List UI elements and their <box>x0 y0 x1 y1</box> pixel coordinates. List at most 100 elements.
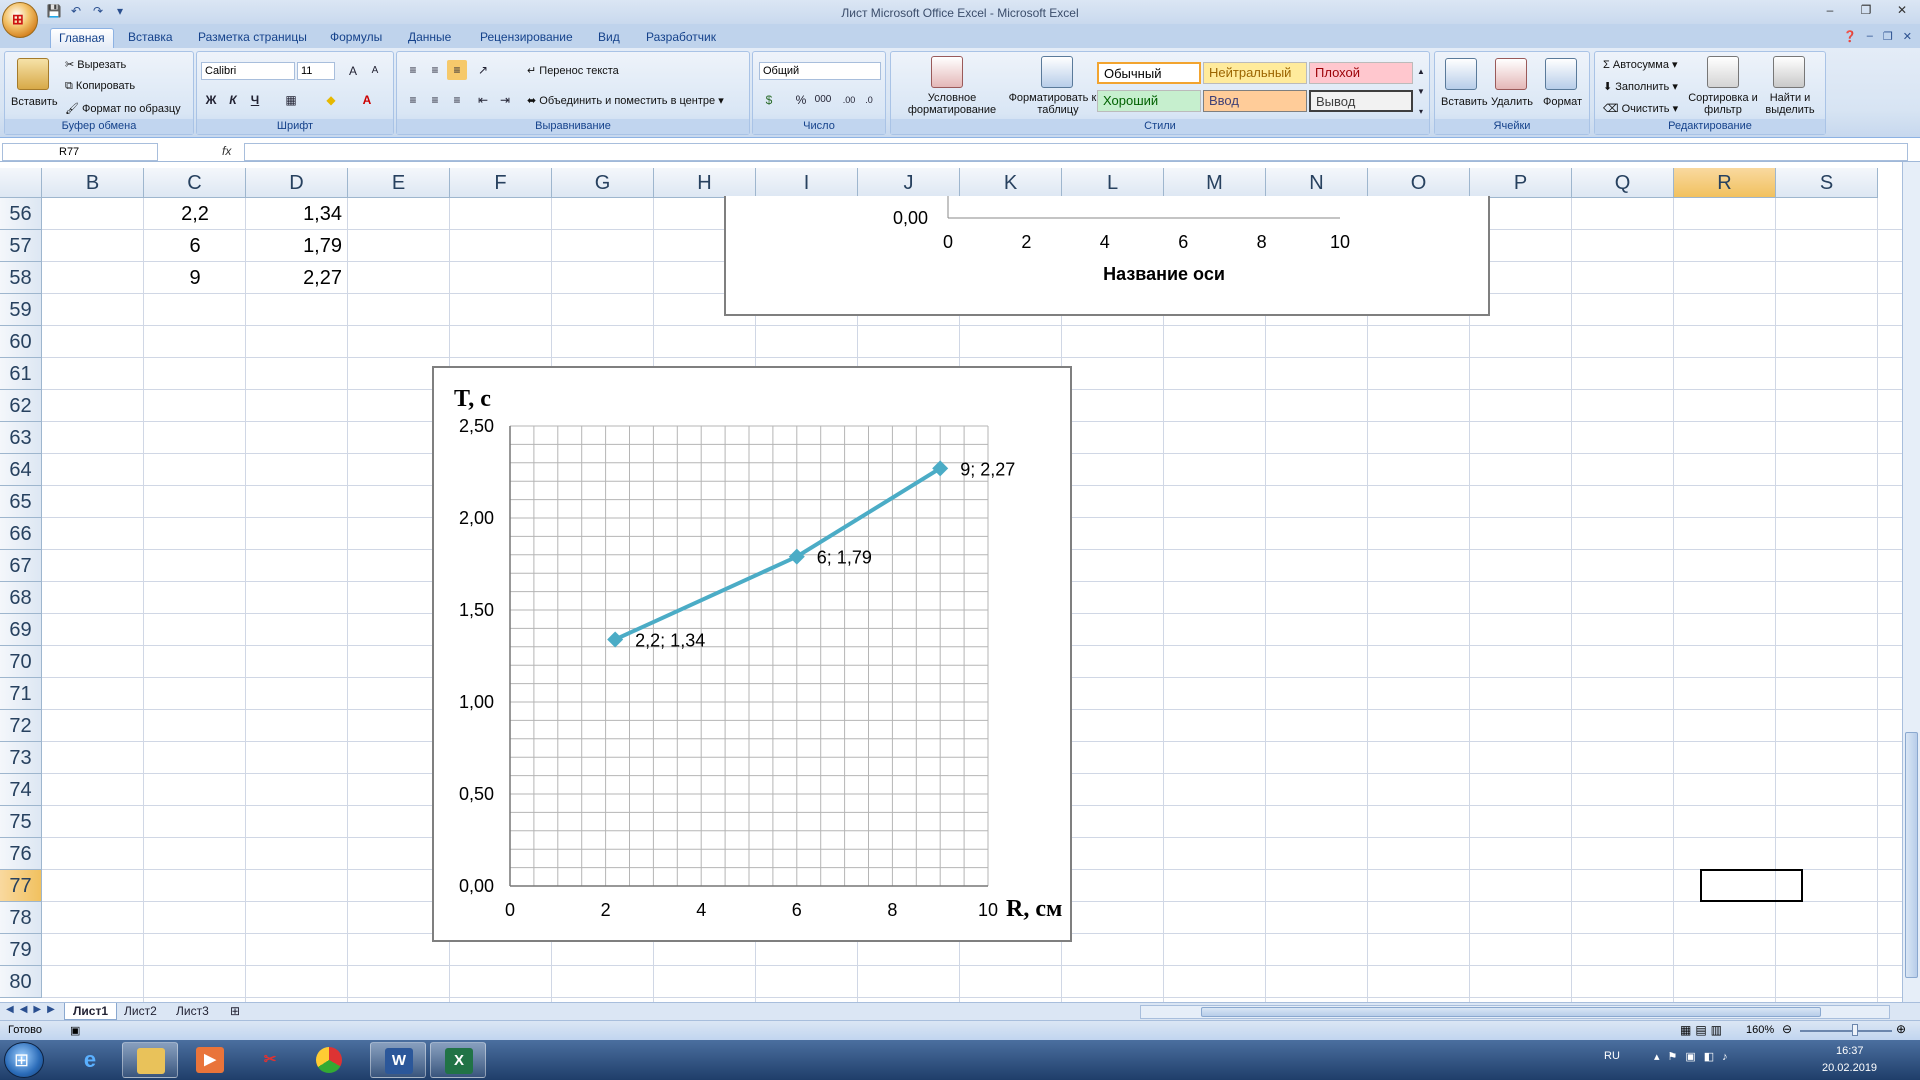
row-header-74[interactable]: 74 <box>0 774 42 806</box>
chart-upper-partial[interactable]: 0,00 0 2 4 6 8 10 Название оси <box>724 196 1490 316</box>
column-header-F[interactable]: F <box>450 168 552 198</box>
cell-D57[interactable]: 1,79 <box>246 230 342 262</box>
paste-icon[interactable] <box>17 58 49 90</box>
row-header-78[interactable]: 78 <box>0 902 42 934</box>
row-header-70[interactable]: 70 <box>0 646 42 678</box>
align-right-icon[interactable]: ≡ <box>447 90 467 110</box>
minimize-icon[interactable]: – <box>1812 0 1848 22</box>
row-header-65[interactable]: 65 <box>0 486 42 518</box>
cut-button[interactable]: ✂ Вырезать <box>65 58 126 71</box>
row-header-79[interactable]: 79 <box>0 934 42 966</box>
column-header-I[interactable]: I <box>756 168 858 198</box>
zoom-slider-handle[interactable] <box>1852 1024 1858 1036</box>
row-header-60[interactable]: 60 <box>0 326 42 358</box>
start-button[interactable]: ⊞ <box>4 1042 44 1078</box>
percent-button[interactable]: % <box>791 90 811 110</box>
conditional-formatting-icon[interactable] <box>931 56 963 88</box>
fx-icon[interactable]: fx <box>222 144 231 158</box>
align-top-icon[interactable]: ≡ <box>403 60 423 80</box>
row-header-76[interactable]: 76 <box>0 838 42 870</box>
vertical-scroll-thumb[interactable] <box>1905 732 1918 978</box>
align-middle-icon[interactable]: ≡ <box>425 60 445 80</box>
styles-scroll-down-icon[interactable]: ▼ <box>1415 82 1427 102</box>
row-header-67[interactable]: 67 <box>0 550 42 582</box>
grow-font-icon[interactable]: A <box>343 61 363 81</box>
increase-decimal-icon[interactable]: .00 <box>839 90 859 110</box>
tab-developer[interactable]: Разработчик <box>638 28 724 48</box>
style-input[interactable]: Ввод <box>1203 90 1307 112</box>
delete-cells-button[interactable]: Удалить <box>1491 96 1533 108</box>
font-name-select[interactable]: Calibri <box>201 62 295 80</box>
column-header-P[interactable]: P <box>1470 168 1572 198</box>
row-header-73[interactable]: 73 <box>0 742 42 774</box>
row-header-59[interactable]: 59 <box>0 294 42 326</box>
tab-page-layout[interactable]: Разметка страницы <box>190 28 315 48</box>
style-good[interactable]: Хороший <box>1097 90 1201 112</box>
column-header-G[interactable]: G <box>552 168 654 198</box>
row-header-66[interactable]: 66 <box>0 518 42 550</box>
binoculars-icon[interactable] <box>1773 56 1805 88</box>
ribbon-close-icon[interactable]: ✕ <box>1903 30 1912 43</box>
column-header-N[interactable]: N <box>1266 168 1368 198</box>
taskbar-ie[interactable]: e <box>62 1042 118 1078</box>
row-header-56[interactable]: 56 <box>0 198 42 230</box>
view-mode-icons[interactable]: ▦▤▥ <box>1680 1023 1726 1037</box>
align-left-icon[interactable]: ≡ <box>403 90 423 110</box>
column-header-L[interactable]: L <box>1062 168 1164 198</box>
cell-C56[interactable]: 2,2 <box>144 198 246 230</box>
style-neutral[interactable]: Нейтральный <box>1203 62 1307 84</box>
copy-button[interactable]: ⧉ Копировать <box>65 80 135 93</box>
column-header-S[interactable]: S <box>1776 168 1878 198</box>
row-header-63[interactable]: 63 <box>0 422 42 454</box>
style-output[interactable]: Вывод <box>1309 90 1413 112</box>
tab-formulas[interactable]: Формулы <box>322 28 390 48</box>
row-header-77[interactable]: 77 <box>0 870 42 902</box>
column-header-R[interactable]: R <box>1674 168 1776 198</box>
column-header-H[interactable]: H <box>654 168 756 198</box>
number-format-select[interactable]: Общий <box>759 62 881 80</box>
row-header-58[interactable]: 58 <box>0 262 42 294</box>
cell-C58[interactable]: 9 <box>144 262 246 294</box>
tab-data[interactable]: Данные <box>400 28 459 48</box>
zoom-level[interactable]: 160% <box>1746 1024 1774 1036</box>
fill-color-icon[interactable]: ◆ <box>321 90 341 110</box>
ribbon-minimize-icon[interactable]: – <box>1867 30 1873 43</box>
borders-icon[interactable]: ▦ <box>281 90 301 110</box>
cell-D58[interactable]: 2,27 <box>246 262 342 294</box>
tray-icons[interactable]: ▴⚑▣◧♪ <box>1654 1050 1736 1063</box>
column-header-O[interactable]: O <box>1368 168 1470 198</box>
row-header-75[interactable]: 75 <box>0 806 42 838</box>
font-size-select[interactable]: 11 <box>297 62 335 80</box>
italic-button[interactable]: К <box>223 90 243 110</box>
column-header-Q[interactable]: Q <box>1572 168 1674 198</box>
language-indicator[interactable]: RU <box>1604 1050 1620 1062</box>
column-header-E[interactable]: E <box>348 168 450 198</box>
insert-sheet-icon[interactable]: ⊞ <box>222 1003 248 1020</box>
bold-button[interactable]: Ж <box>201 90 221 110</box>
taskbar-excel[interactable]: X <box>430 1042 486 1078</box>
clock-date[interactable]: 20.02.2019 <box>1822 1062 1877 1074</box>
format-cells-icon[interactable] <box>1545 58 1577 90</box>
select-all-corner[interactable] <box>0 168 42 198</box>
column-header-B[interactable]: B <box>42 168 144 198</box>
column-header-K[interactable]: K <box>960 168 1062 198</box>
tab-insert[interactable]: Вставка <box>120 28 181 48</box>
clock-time[interactable]: 16:37 <box>1836 1045 1864 1057</box>
tab-view[interactable]: Вид <box>590 28 628 48</box>
style-bad[interactable]: Плохой <box>1309 62 1413 84</box>
format-as-table-icon[interactable] <box>1041 56 1073 88</box>
taskbar-word[interactable]: W <box>370 1042 426 1078</box>
row-header-80[interactable]: 80 <box>0 966 42 998</box>
fill-button[interactable]: ⬇ Заполнить ▾ <box>1603 80 1678 93</box>
maximize-icon[interactable]: ❐ <box>1848 0 1884 22</box>
sort-filter-icon[interactable] <box>1707 56 1739 88</box>
style-normal[interactable]: Обычный <box>1097 62 1201 84</box>
horizontal-scroll-thumb[interactable] <box>1201 1007 1821 1017</box>
row-header-72[interactable]: 72 <box>0 710 42 742</box>
taskbar-explorer[interactable] <box>122 1042 178 1078</box>
column-header-C[interactable]: C <box>144 168 246 198</box>
row-header-61[interactable]: 61 <box>0 358 42 390</box>
row-header-69[interactable]: 69 <box>0 614 42 646</box>
wrap-text-button[interactable]: ↵ Перенос текста <box>527 64 619 77</box>
format-painter-button[interactable]: 🖌 Формат по образцу <box>65 102 181 115</box>
